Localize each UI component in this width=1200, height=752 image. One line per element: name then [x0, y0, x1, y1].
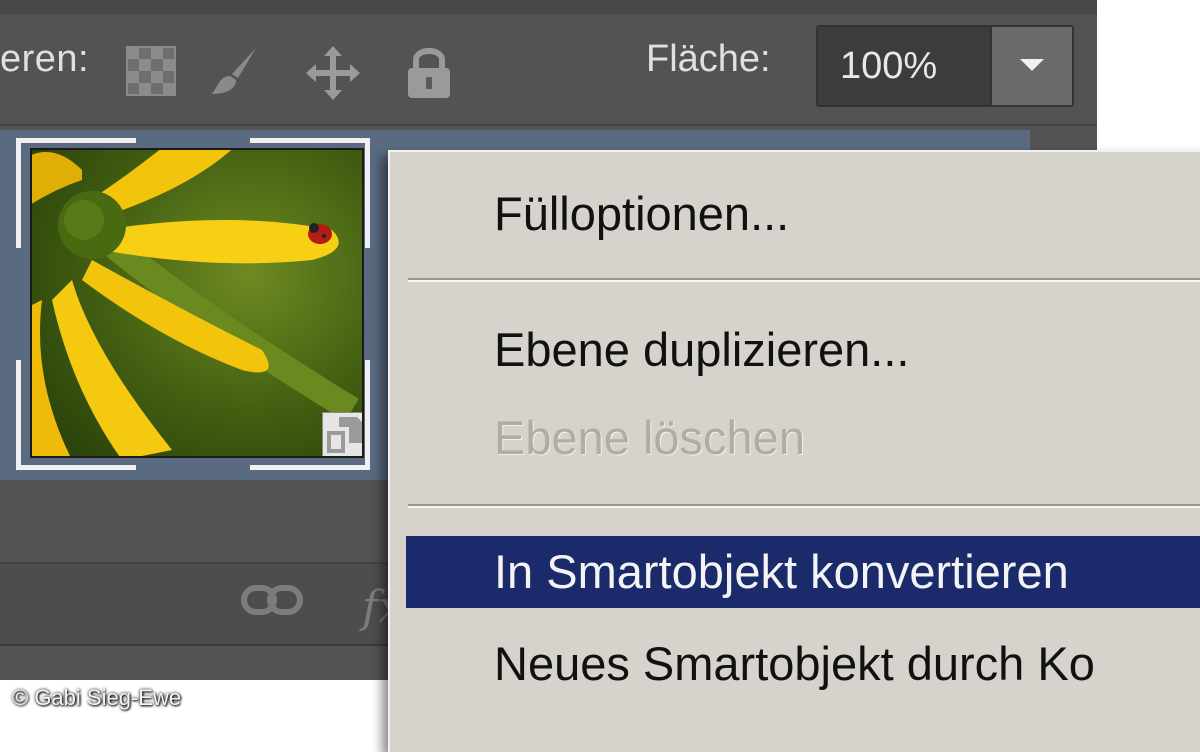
- menu-separator: [408, 278, 1200, 282]
- copyright-notice: © Gabi Sieg-Ewe: [12, 685, 182, 710]
- lock-transparent-pixels-icon[interactable]: [124, 44, 178, 98]
- smart-object-badge-icon: [322, 412, 362, 456]
- layer-context-menu: Fülloptionen... Ebene duplizieren... Ebe…: [388, 150, 1200, 752]
- layer-thumbnail-image: [30, 148, 364, 458]
- chevron-down-icon: [1020, 59, 1044, 71]
- menu-item-convert-to-smart-object[interactable]: In Smartobjekt konvertieren: [406, 536, 1200, 608]
- menu-item-blending-options[interactable]: Fülloptionen...: [406, 178, 1200, 250]
- fill-opacity-value[interactable]: 100%: [840, 45, 937, 88]
- lock-all-icon[interactable]: [402, 44, 456, 98]
- menu-separator: [408, 504, 1200, 508]
- lock-image-pixels-icon[interactable]: [208, 44, 262, 98]
- fill-label: Fläche:: [646, 38, 771, 80]
- lock-bar: eren: Fläche: 100%: [0, 14, 1097, 126]
- fill-opacity-field[interactable]: 100%: [816, 25, 1074, 107]
- menu-item-duplicate-layer[interactable]: Ebene duplizieren...: [406, 314, 1200, 386]
- menu-item-delete-layer: Ebene löschen: [494, 411, 805, 464]
- lock-label: eren:: [0, 38, 90, 80]
- menu-item-new-smart-object-via-copy[interactable]: Neues Smartobjekt durch Ko: [406, 628, 1200, 700]
- panel-top-edge: [0, 0, 1097, 15]
- lock-position-icon[interactable]: [304, 44, 360, 100]
- layer-thumbnail-frame[interactable]: [16, 138, 370, 470]
- link-layers-icon[interactable]: [240, 580, 304, 625]
- fill-dropdown-button[interactable]: [990, 27, 1072, 105]
